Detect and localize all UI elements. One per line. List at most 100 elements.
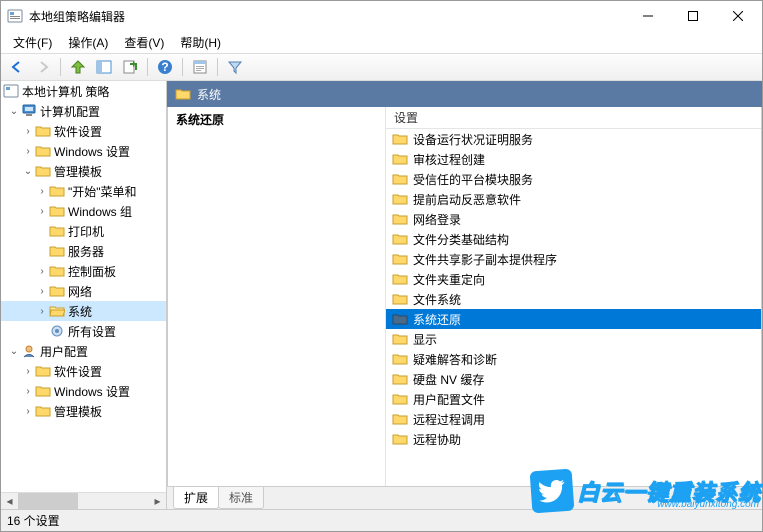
expand-icon[interactable]: ›: [35, 264, 49, 278]
list-item-label: 设备运行状况证明服务: [413, 131, 533, 148]
collapse-icon[interactable]: ⌄: [7, 104, 21, 118]
menu-help[interactable]: 帮助(H): [172, 32, 229, 53]
list-item[interactable]: 审核过程创建: [386, 149, 761, 169]
list-item[interactable]: 硬盘 NV 缓存: [386, 369, 761, 389]
export-button[interactable]: [118, 56, 142, 78]
list-item-label: 提前启动反恶意软件: [413, 191, 521, 208]
tree-user-config[interactable]: ⌄用户配置: [1, 341, 166, 361]
folder-icon: [392, 332, 408, 346]
scroll-left-icon[interactable]: ◂: [1, 493, 18, 509]
folder-icon: [49, 223, 65, 239]
expand-icon[interactable]: ›: [35, 284, 49, 298]
tab-standard[interactable]: 标准: [218, 487, 264, 509]
tree-computer-config[interactable]: ⌄计算机配置: [1, 101, 166, 121]
status-text: 16 个设置: [7, 512, 60, 529]
list-item[interactable]: 显示: [386, 329, 761, 349]
collapse-icon[interactable]: ⌄: [21, 164, 35, 178]
list-item[interactable]: 远程过程调用: [386, 409, 761, 429]
tree-cc-wincomp[interactable]: ›Windows 组: [1, 201, 166, 221]
view-tabs: 扩展 标准: [167, 487, 762, 509]
folder-icon: [49, 183, 65, 199]
tree-cc-printer[interactable]: 打印机: [1, 221, 166, 241]
list-item-label: 网络登录: [413, 211, 461, 228]
maximize-button[interactable]: [670, 2, 715, 30]
folder-icon: [392, 352, 408, 366]
folder-icon: [392, 372, 408, 386]
list-item-label: 审核过程创建: [413, 151, 485, 168]
menubar: 文件(F) 操作(A) 查看(V) 帮助(H): [1, 31, 762, 53]
tree-cc-ctrl[interactable]: ›控制面板: [1, 261, 166, 281]
expand-icon[interactable]: ›: [35, 184, 49, 198]
filter-button[interactable]: [223, 56, 247, 78]
expand-icon[interactable]: ›: [21, 124, 35, 138]
list-item[interactable]: 受信任的平台模块服务: [386, 169, 761, 189]
list-item-label: 文件共享影子副本提供程序: [413, 251, 557, 268]
menu-view[interactable]: 查看(V): [116, 32, 172, 53]
tree-root[interactable]: 本地计算机 策略: [1, 81, 166, 101]
tree-cc-all[interactable]: 所有设置: [1, 321, 166, 341]
folder-icon: [392, 292, 408, 306]
description-panel: 系统还原: [168, 107, 386, 486]
tree-pane: 本地计算机 策略 ⌄计算机配置 ›软件设置 ›Windows 设置 ⌄管理模板 …: [1, 81, 167, 509]
settings-list[interactable]: 设备运行状况证明服务审核过程创建受信任的平台模块服务提前启动反恶意软件网络登录文…: [386, 129, 761, 486]
statusbar: 16 个设置: [1, 509, 762, 531]
toolbar: ?: [1, 53, 762, 81]
folder-icon: [35, 403, 51, 419]
expand-icon[interactable]: ›: [21, 144, 35, 158]
tree-cc-admin[interactable]: ⌄管理模板: [1, 161, 166, 181]
forward-button[interactable]: [31, 56, 55, 78]
tree-cc-system[interactable]: ›系统: [1, 301, 166, 321]
folder-icon: [392, 312, 408, 326]
folder-icon: [35, 363, 51, 379]
list-item[interactable]: 疑难解答和诊断: [386, 349, 761, 369]
folder-icon: [392, 272, 408, 286]
tab-extended[interactable]: 扩展: [173, 487, 219, 509]
expand-icon[interactable]: ›: [21, 364, 35, 378]
tree-hscrollbar[interactable]: ◂ ▸: [1, 492, 166, 509]
list-item[interactable]: 文件夹重定向: [386, 269, 761, 289]
list-item[interactable]: 文件分类基础结构: [386, 229, 761, 249]
list-item[interactable]: 远程协助: [386, 429, 761, 449]
list-column-header[interactable]: 设置: [386, 107, 761, 129]
list-item[interactable]: 提前启动反恶意软件: [386, 189, 761, 209]
list-item-label: 文件夹重定向: [413, 271, 485, 288]
folder-icon: [392, 252, 408, 266]
collapse-icon[interactable]: ⌄: [7, 344, 21, 358]
show-hide-tree-button[interactable]: [92, 56, 116, 78]
list-item[interactable]: 网络登录: [386, 209, 761, 229]
menu-action[interactable]: 操作(A): [60, 32, 116, 53]
expand-icon[interactable]: ›: [35, 204, 49, 218]
expand-icon[interactable]: ›: [35, 304, 49, 318]
folder-icon: [35, 163, 51, 179]
expand-icon[interactable]: ›: [21, 384, 35, 398]
tree-cc-software[interactable]: ›软件设置: [1, 121, 166, 141]
folder-icon: [392, 432, 408, 446]
tree-cc-windows[interactable]: ›Windows 设置: [1, 141, 166, 161]
help-button[interactable]: ?: [153, 56, 177, 78]
list-item[interactable]: 文件系统: [386, 289, 761, 309]
minimize-button[interactable]: [625, 2, 670, 30]
list-item[interactable]: 系统还原: [386, 309, 761, 329]
close-button[interactable]: [715, 2, 760, 30]
tree-cc-server[interactable]: 服务器: [1, 241, 166, 261]
menu-file[interactable]: 文件(F): [5, 32, 60, 53]
tree-uc-software[interactable]: ›软件设置: [1, 361, 166, 381]
up-button[interactable]: [66, 56, 90, 78]
tree-cc-net[interactable]: ›网络: [1, 281, 166, 301]
tree-uc-windows[interactable]: ›Windows 设置: [1, 381, 166, 401]
tree-cc-start[interactable]: ›"开始"菜单和: [1, 181, 166, 201]
back-button[interactable]: [5, 56, 29, 78]
scroll-right-icon[interactable]: ▸: [149, 493, 166, 509]
properties-button[interactable]: [188, 56, 212, 78]
folder-icon: [49, 263, 65, 279]
expand-icon[interactable]: ›: [21, 404, 35, 418]
list-item[interactable]: 文件共享影子副本提供程序: [386, 249, 761, 269]
list-item[interactable]: 用户配置文件: [386, 389, 761, 409]
folder-icon: [49, 203, 65, 219]
scrollbar-thumb[interactable]: [18, 493, 78, 509]
folder-icon: [49, 283, 65, 299]
tree-view[interactable]: 本地计算机 策略 ⌄计算机配置 ›软件设置 ›Windows 设置 ⌄管理模板 …: [1, 81, 166, 492]
tree-uc-admin[interactable]: ›管理模板: [1, 401, 166, 421]
list-item-label: 文件分类基础结构: [413, 231, 509, 248]
list-item[interactable]: 设备运行状况证明服务: [386, 129, 761, 149]
